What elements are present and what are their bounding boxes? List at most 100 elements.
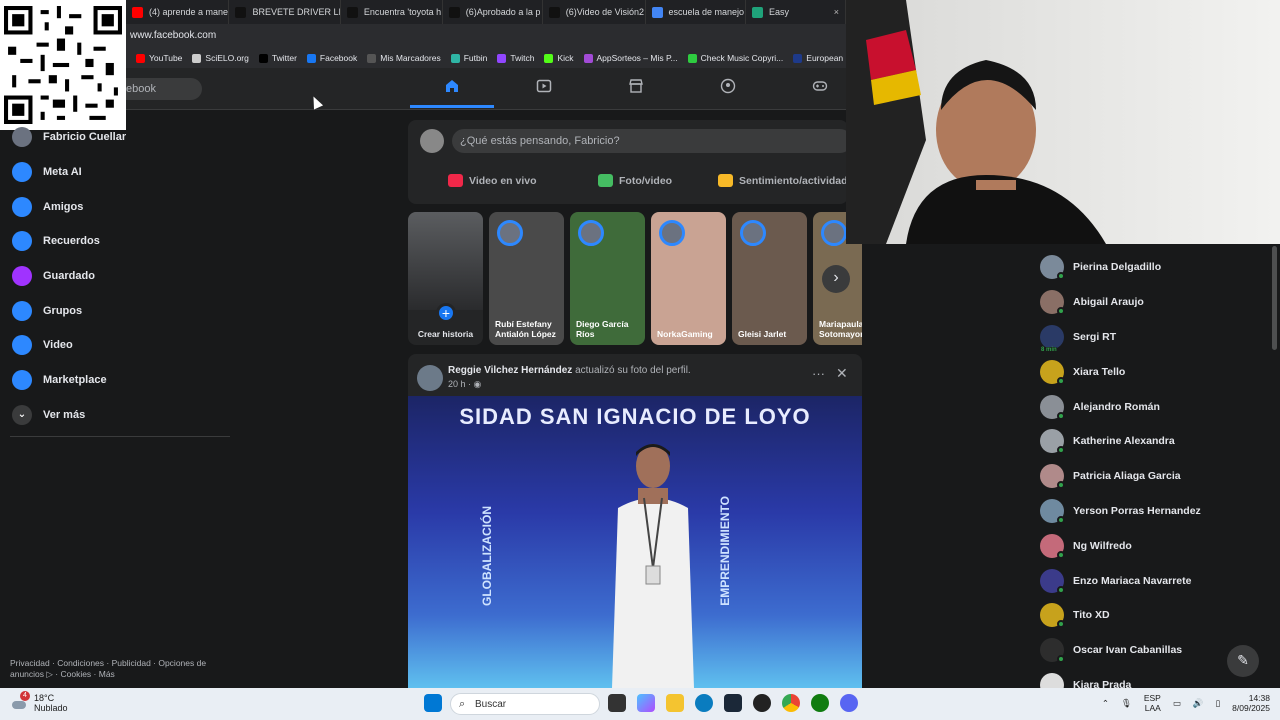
browser-tab[interactable]: escuela de manejo× <box>646 0 746 24</box>
contact-item[interactable]: 8 min Sergi RT <box>1040 320 1116 355</box>
composer-input[interactable]: ¿Qué estás pensando, Fabricio? <box>452 129 852 153</box>
bookmark-favicon-icon <box>544 53 554 63</box>
contact-item[interactable]: Katherine Alexandra <box>1040 424 1175 459</box>
start-icon[interactable] <box>424 694 442 712</box>
video-tab-icon[interactable] <box>534 78 554 98</box>
new-message-button[interactable]: ✎ <box>1227 645 1259 677</box>
composer-action-label: Video en vivo <box>469 174 537 187</box>
gaming-tab-icon[interactable] <box>810 78 830 98</box>
contact-avatar <box>1040 638 1065 664</box>
browser-tab[interactable]: BREVETE DRIVER LI× <box>229 0 341 24</box>
clock[interactable]: 14:38 8/09/2025 <box>1232 693 1270 713</box>
video-icon <box>12 335 32 356</box>
bookmark-item[interactable]: AppSorteos – Mis P... <box>583 53 678 63</box>
address-bar[interactable]: www.facebook.com <box>126 24 846 48</box>
sidebar-item[interactable]: Meta AI <box>0 155 235 190</box>
tab-favicon-icon <box>548 6 560 18</box>
tab-favicon-icon <box>448 6 460 18</box>
bookmark-item[interactable]: Futbin <box>450 53 487 63</box>
sidebar-item[interactable]: Grupos <box>0 293 235 328</box>
battery-icon[interactable]: ▯ <box>1215 698 1220 708</box>
composer-action-button[interactable]: Video en vivo <box>448 174 537 187</box>
composer-action-button[interactable]: Foto/video <box>598 174 672 187</box>
tray-chevron-icon[interactable]: ⌃ <box>1102 698 1109 708</box>
bookmark-item[interactable]: SciELO.org <box>192 53 249 63</box>
contact-avatar <box>1040 603 1065 629</box>
contact-item[interactable]: Alejandro Román <box>1040 389 1160 424</box>
microphone-icon[interactable]: 🎙 <box>1121 698 1132 708</box>
bookmark-item[interactable]: Mis Marcadores <box>367 53 441 63</box>
xbox-icon[interactable] <box>811 694 829 712</box>
copilot-icon[interactable] <box>637 694 655 712</box>
stories-next-button[interactable]: › <box>822 265 850 293</box>
post-author-avatar[interactable] <box>417 365 443 391</box>
app-icon[interactable] <box>753 694 771 712</box>
contacts-scrollbar[interactable] <box>1272 246 1277 350</box>
marketplace-tab-icon[interactable] <box>626 78 646 98</box>
browser-tab[interactable]: (6)Video de Visión2× <box>543 0 646 24</box>
sidebar-item[interactable]: Fabricio Cuellar <box>0 120 235 155</box>
browser-tab[interactable]: Encuentra 'toyota h× <box>341 0 443 24</box>
weather-widget[interactable]: 4 18°C Nublado <box>12 691 68 713</box>
contact-item[interactable]: Abigail Araujo <box>1040 285 1144 320</box>
contact-item[interactable]: Pierina Delgadillo <box>1040 250 1161 285</box>
network-icon[interactable]: ▭ <box>1173 698 1181 708</box>
taskbar-search[interactable]: ⌕ Buscar <box>450 693 600 715</box>
post-composer: ¿Qué estás pensando, Fabricio? Video en … <box>408 120 852 204</box>
bookmark-item[interactable]: Kick <box>544 53 574 63</box>
groups-tab-icon[interactable] <box>718 78 738 98</box>
sidebar-item[interactable]: Guardado <box>0 259 235 294</box>
bookmark-item[interactable]: Twitter <box>258 53 297 63</box>
story-card[interactable]: Gleisi Jarlet <box>732 212 807 345</box>
edge-icon[interactable] <box>695 694 713 712</box>
story-card[interactable]: Rubí Estefany Antialón López <box>489 212 564 345</box>
story-card[interactable]: NorkaGaming <box>651 212 726 345</box>
contact-item[interactable]: Ng Wilfredo <box>1040 528 1132 563</box>
file-explorer-icon[interactable] <box>666 694 684 712</box>
sidebar-item[interactable]: Amigos <box>0 189 235 224</box>
weather-desc: Nublado <box>34 703 68 713</box>
facebook-search[interactable]: ebook <box>126 78 202 100</box>
browser-tab[interactable]: (4) aprende a mane× <box>126 0 230 24</box>
browser-tab[interactable]: Easy × <box>746 0 846 24</box>
volume-icon[interactable]: 🔊 <box>1193 698 1204 708</box>
post-close-button[interactable]: ✕ <box>836 365 848 382</box>
story-card[interactable]: Diego García Ríos <box>570 212 645 345</box>
post-author[interactable]: Reggie Vilchez Hernández <box>448 365 572 376</box>
sidebar-item[interactable]: ⌄ Ver más <box>0 398 235 433</box>
contact-item[interactable]: Xiara Tello <box>1040 354 1125 389</box>
bookmark-item[interactable]: Facebook <box>306 53 357 63</box>
sidebar-item[interactable]: Video <box>0 328 235 363</box>
bookmark-item[interactable]: YouTube <box>136 53 182 63</box>
browser-tab[interactable]: (6)Aprobado a la p× <box>443 0 543 24</box>
sidebar-item-label: Ver más <box>43 408 86 421</box>
create-story-card[interactable]: + Crear historia <box>408 212 483 345</box>
composer-action-button[interactable]: Sentimiento/actividad <box>718 174 848 187</box>
sidebar-item-label: Grupos <box>43 304 83 317</box>
language-indicator[interactable]: ESP LAA <box>1144 693 1161 713</box>
bookmark-item[interactable]: Check Music Copyri... <box>687 53 783 63</box>
chrome-icon[interactable] <box>782 694 800 712</box>
contact-item[interactable]: Patricia Aliaga Garcia <box>1040 459 1181 494</box>
contact-item[interactable]: Tito XD <box>1040 598 1110 633</box>
post-time[interactable]: 20 h · ◉ <box>448 379 481 390</box>
task-view-icon[interactable] <box>608 694 626 712</box>
contact-item[interactable]: Yerson Porras Hernandez <box>1040 494 1201 529</box>
bookmark-item[interactable]: European E <box>793 53 846 63</box>
browser-tab-bar: (4) aprende a mane×BREVETE DRIVER LI×Enc… <box>126 0 846 24</box>
post-image[interactable]: SIDAD SAN IGNACIO DE LOYO GLOBALIZACIÓN … <box>408 396 862 688</box>
sidebar-footer-links[interactable]: Privacidad · Condiciones · Publicidad · … <box>10 658 225 680</box>
saved-icon <box>12 266 32 287</box>
tab-close-icon[interactable]: × <box>828 7 839 17</box>
composer-avatar[interactable] <box>420 129 444 153</box>
contact-avatar <box>1040 394 1065 420</box>
contact-item[interactable]: Enzo Mariaca Navarrete <box>1040 563 1191 598</box>
post-more-button[interactable]: ··· <box>812 366 825 381</box>
steam-icon[interactable] <box>724 694 742 712</box>
discord-icon[interactable] <box>840 694 858 712</box>
contact-item[interactable]: Oscar Ivan Cabanillas <box>1040 633 1182 668</box>
contact-name: Oscar Ivan Cabanillas <box>1073 644 1183 657</box>
sidebar-item[interactable]: Recuerdos <box>0 224 235 259</box>
sidebar-item[interactable]: Marketplace <box>0 363 235 398</box>
bookmark-item[interactable]: Twitch <box>497 53 534 63</box>
